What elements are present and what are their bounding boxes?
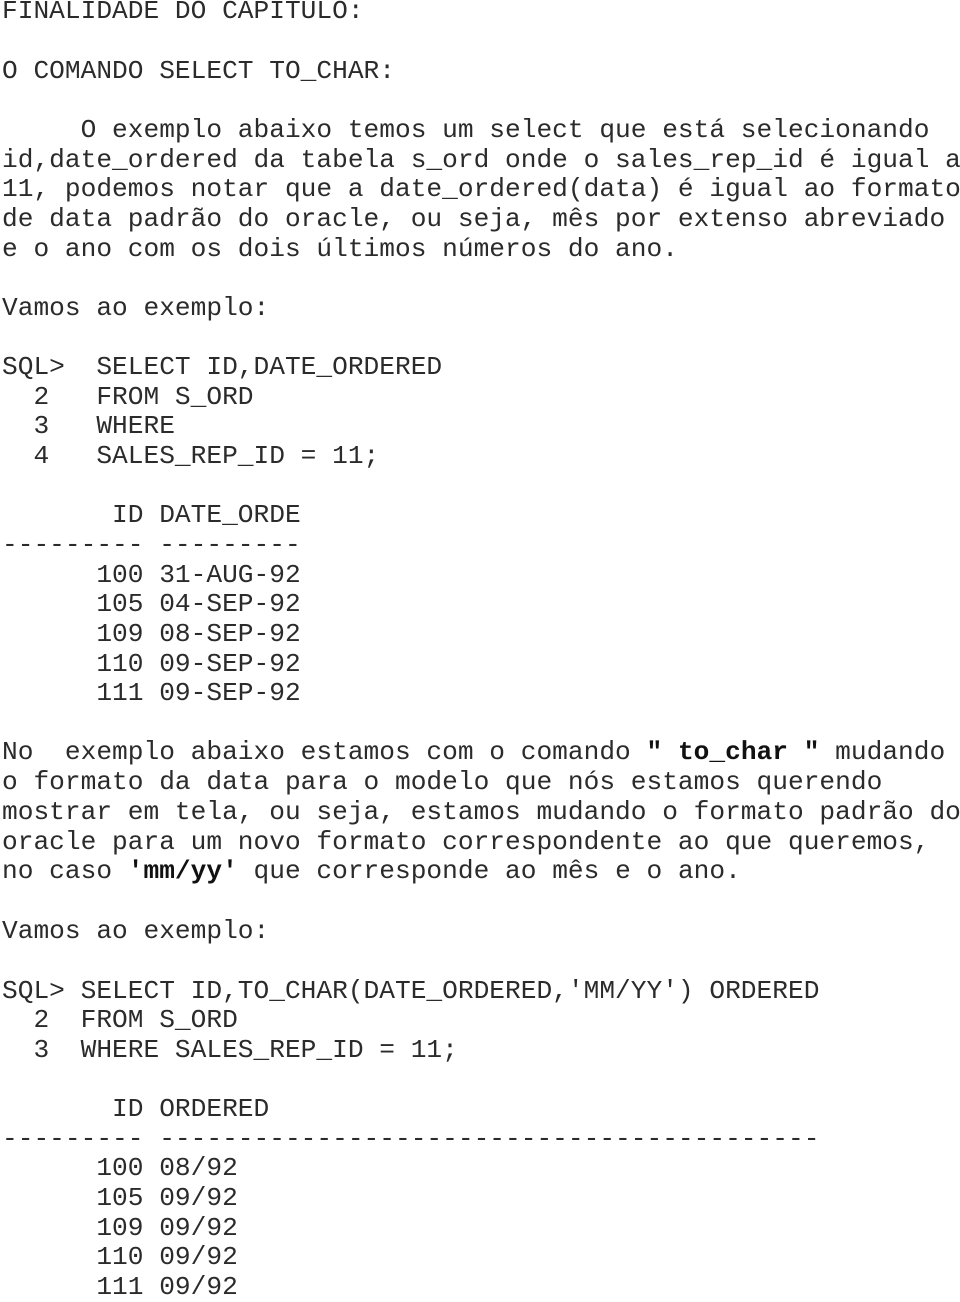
heading: FINALIDADE DO CAPITULO: [2,0,364,26]
table-row: 100 08/92 [2,1153,238,1183]
subheading: O COMANDO SELECT TO_CHAR: [2,56,395,86]
sql-line: 4 SALES_REP_ID = 11; [2,441,380,471]
sql-line: SQL> SELECT ID,DATE_ORDERED [2,352,443,382]
paragraph-line: No exemplo abaixo estamos com o comando … [2,737,945,767]
intro-line: e o ano com os dois últimos números do a… [2,234,678,264]
example-label: Vamos ao exemplo: [2,293,270,323]
sql-line: 2 FROM S_ORD [2,382,254,412]
text: que corresponde ao mês e o ano. [237,856,741,886]
paragraph-line: o formato da data para o modelo que nós … [2,767,883,797]
table-row: 109 09/92 [2,1213,238,1243]
intro-line: de data padrão do oracle, ou seja, mês p… [2,204,946,234]
table-row: 110 09-SEP-92 [2,649,301,679]
table-row: 105 04-SEP-92 [2,589,301,619]
table-row: 105 09/92 [2,1183,238,1213]
paragraph-line: no caso 'mm/yy' que corresponde ao mês e… [2,856,741,886]
table-row: 100 31-AUG-92 [2,560,301,590]
table-header: ID DATE_ORDE [2,500,301,530]
intro-line: 11, podemos notar que a date_ordered(dat… [2,174,960,204]
format-mask: 'mm/yy' [127,856,238,886]
table-row: 111 09/92 [2,1272,238,1302]
table-separator: --------- ------------------------------… [2,1124,820,1154]
intro-line: id,date_ordered da tabela s_ord onde o s… [2,145,960,175]
paragraph-line: oracle para um novo formato corresponden… [2,827,930,857]
to-char-keyword: " to_char " [646,737,820,767]
example-label: Vamos ao exemplo: [2,916,270,946]
text: mudando [819,737,946,767]
text: No exemplo abaixo estamos com o comando [2,737,647,767]
table-row: 110 09/92 [2,1242,238,1272]
table-row: 109 08-SEP-92 [2,619,301,649]
intro-line: O exemplo abaixo temos um select que est… [2,115,930,145]
table-row: 111 09-SEP-92 [2,678,301,708]
paragraph-line: mostrar em tela, ou seja, estamos mudand… [2,797,960,827]
sql-line: 2 FROM S_ORD [2,1005,238,1035]
table-separator: --------- --------- [2,530,301,560]
table-header: ID ORDERED [2,1094,270,1124]
sql-line: 3 WHERE SALES_REP_ID = 11; [2,1035,458,1065]
sql-line: 3 WHERE [2,411,175,441]
sql-line: SQL> SELECT ID,TO_CHAR(DATE_ORDERED,'MM/… [2,976,820,1006]
text: no caso [2,856,128,886]
